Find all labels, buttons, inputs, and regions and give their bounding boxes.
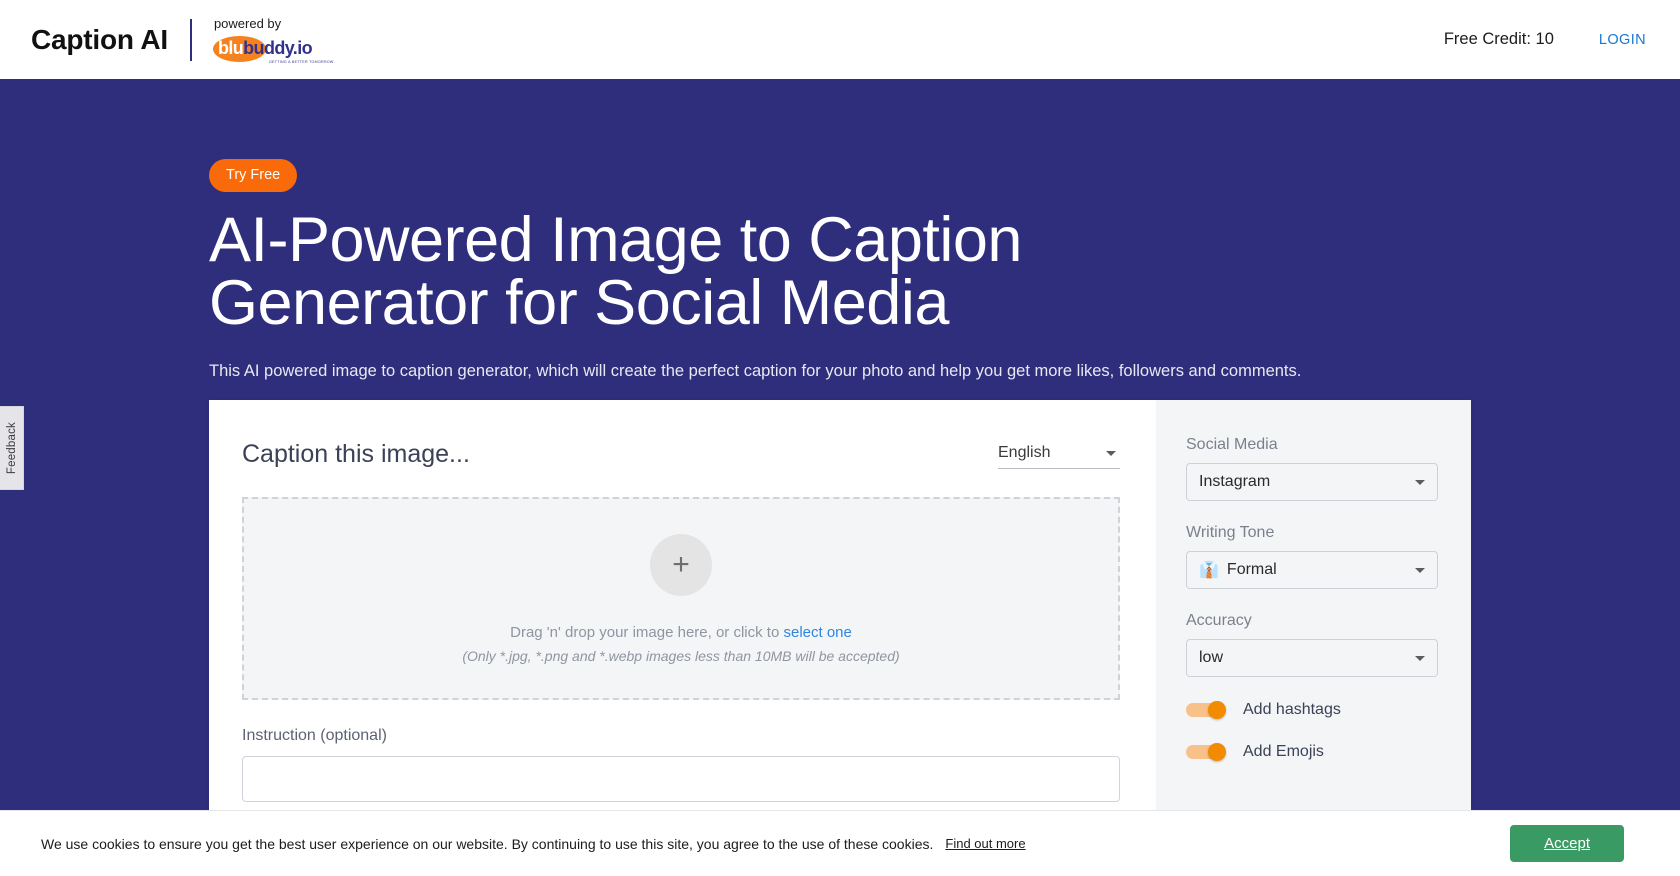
dropzone-prompt-text: Drag 'n' drop your image here, or click … [510,624,783,641]
add-hashtags-label: Add hashtags [1243,701,1341,719]
cookie-find-out-more-link[interactable]: Find out more [945,836,1025,851]
logo-tagline: GETTING A BETTER TOMORROW [269,60,334,64]
site-header: Caption AI powered by blu buddy.io GETTI… [0,0,1680,79]
composer-header: Caption this image... English [242,438,1120,469]
plus-icon: + [650,534,712,596]
blubuddy-logo[interactable]: blu buddy.io GETTING A BETTER TOMORROW [213,35,312,63]
cookie-message: We use cookies to ensure you get the bes… [41,836,933,852]
language-select[interactable]: English [998,438,1120,469]
instruction-label: Instruction (optional) [242,727,1120,745]
language-select-value: English [998,444,1050,462]
powered-by-block: powered by blu buddy.io GETTING A BETTER… [213,16,312,63]
necktie-icon: 👔 [1199,560,1219,580]
toggle-knob [1208,743,1226,761]
dropzone-prompt: Drag 'n' drop your image here, or click … [510,624,852,641]
composer-title: Caption this image... [242,440,470,469]
logo-buddy-text: buddy.io [243,38,312,59]
hero-subheading: This AI powered image to caption generat… [209,360,1680,383]
social-media-label: Social Media [1186,436,1438,454]
toggle-knob [1208,701,1226,719]
add-emojis-toggle[interactable] [1186,743,1226,761]
writing-tone-label: Writing Tone [1186,524,1438,542]
add-emojis-toggle-row[interactable]: Add Emojis [1186,743,1438,761]
powered-by-label: powered by [214,16,312,32]
free-credit-label: Free Credit: 10 [1444,30,1554,49]
add-hashtags-toggle[interactable] [1186,701,1226,719]
accuracy-select[interactable]: low [1186,639,1438,677]
writing-tone-select-value: Formal [1227,561,1277,579]
try-free-badge[interactable]: Try Free [209,159,297,192]
chevron-down-icon [1415,568,1425,573]
caption-composer-card: Caption this image... English + Drag 'n'… [209,400,1471,820]
login-button[interactable]: LOGIN [1591,26,1654,54]
select-file-link[interactable]: select one [783,624,851,641]
hero-heading: AI-Powered Image to Caption Generator fo… [209,209,1309,335]
composer-main-panel: Caption this image... English + Drag 'n'… [209,400,1156,820]
hero-content: Try Free AI-Powered Image to Caption Gen… [209,79,1680,383]
social-media-select-value: Instagram [1199,473,1270,491]
add-hashtags-toggle-row[interactable]: Add hashtags [1186,701,1438,719]
image-dropzone[interactable]: + Drag 'n' drop your image here, or clic… [242,497,1120,700]
social-media-select[interactable]: Instagram [1186,463,1438,501]
accuracy-label: Accuracy [1186,612,1438,630]
app-root: Caption AI powered by blu buddy.io GETTI… [0,0,1680,876]
header-actions: Free Credit: 10 LOGIN [1444,26,1654,54]
logo-blu-text: blu [213,38,243,59]
chevron-down-icon [1415,656,1425,661]
chevron-down-icon [1415,480,1425,485]
cookie-banner: We use cookies to ensure you get the bes… [0,810,1680,876]
add-emojis-label: Add Emojis [1243,743,1324,761]
brand-area: Caption AI powered by blu buddy.io GETTI… [31,16,312,63]
instruction-input[interactable] [242,756,1120,802]
composer-options-panel: Social Media Instagram Writing Tone 👔 Fo… [1156,400,1471,820]
feedback-tab[interactable]: Feedback [0,406,24,490]
cookie-accept-button[interactable]: Accept [1510,825,1624,862]
accuracy-select-value: low [1199,649,1223,667]
chevron-down-icon [1106,451,1116,456]
feedback-tab-label: Feedback [6,422,18,474]
dropzone-constraints: (Only *.jpg, *.png and *.webp images les… [462,648,899,664]
hero-section: Try Free AI-Powered Image to Caption Gen… [0,79,1680,383]
header-divider [190,19,192,61]
page-title: Caption AI [31,26,168,54]
writing-tone-select[interactable]: 👔 Formal [1186,551,1438,589]
